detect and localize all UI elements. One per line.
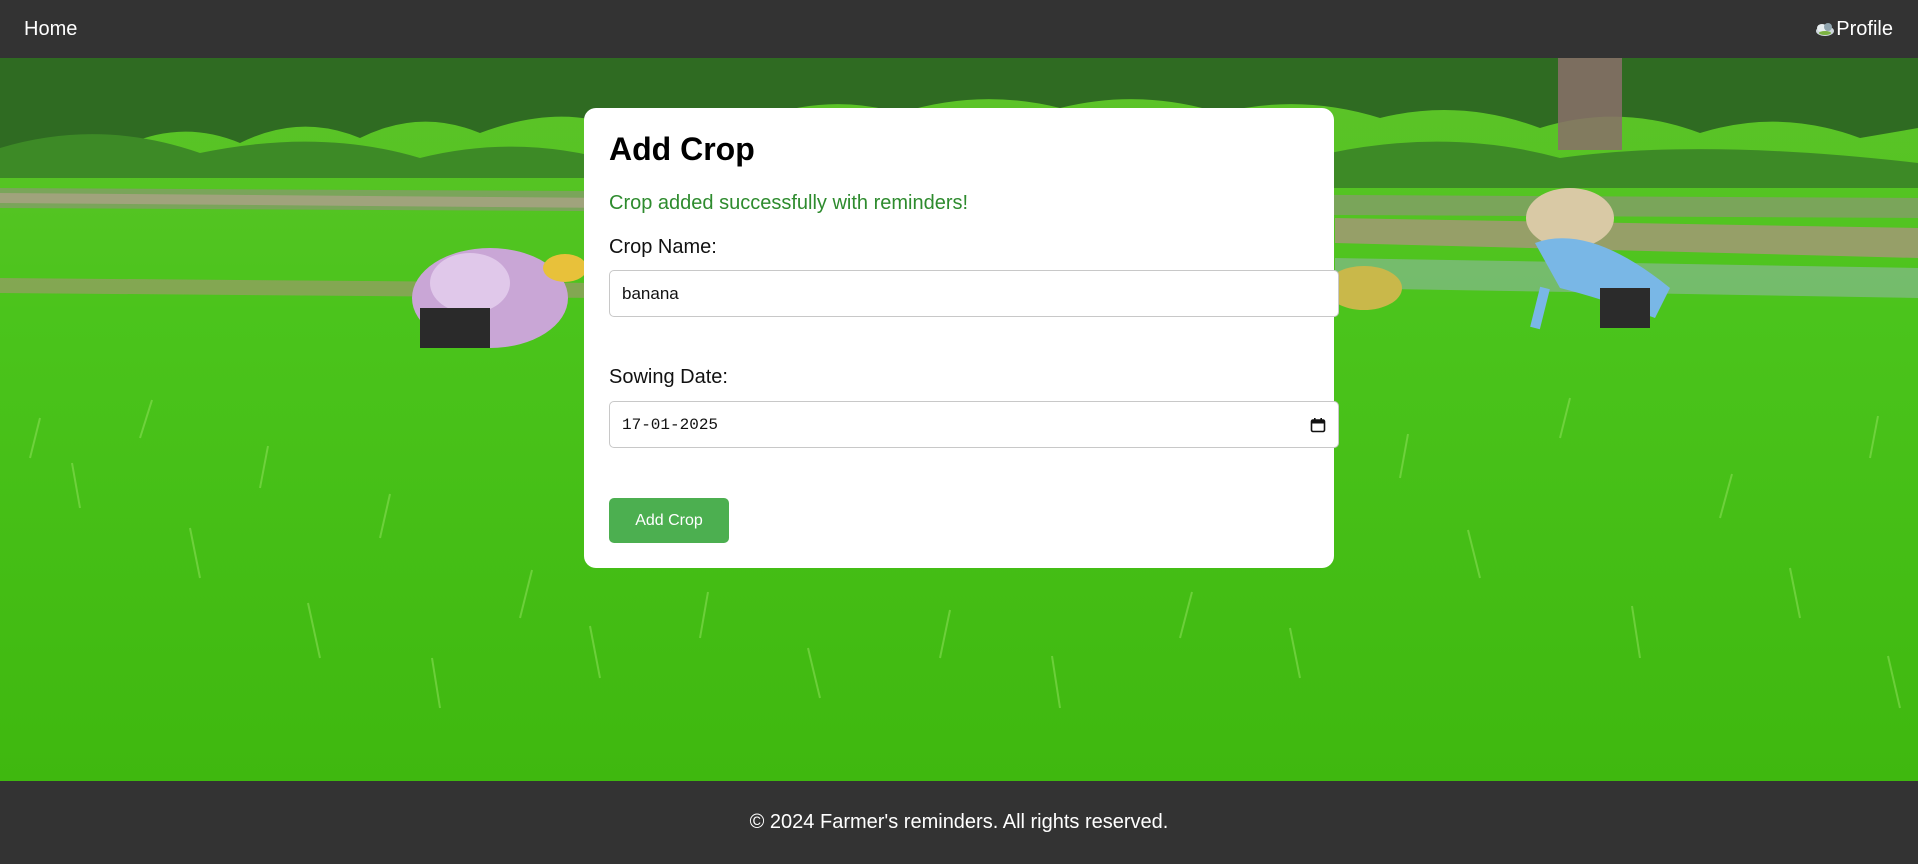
nav-profile-link[interactable]: Profile bbox=[1815, 17, 1893, 41]
crop-name-value: banana bbox=[622, 283, 679, 303]
sowing-date-label: Sowing Date: bbox=[609, 366, 728, 388]
add-crop-card: Add Crop Crop added successfully with re… bbox=[584, 108, 1339, 568]
add-crop-button[interactable]: Add Crop bbox=[609, 498, 729, 543]
top-navbar: Home Profile bbox=[0, 0, 1918, 58]
nav-profile-label: Profile bbox=[1836, 18, 1893, 40]
nav-home-link[interactable]: Home bbox=[24, 17, 77, 41]
calendar-icon[interactable] bbox=[1310, 417, 1326, 433]
page-footer: © 2024 Farmer's reminders. All rights re… bbox=[0, 781, 1918, 864]
crop-name-label: Crop Name: bbox=[609, 236, 717, 258]
page-title: Add Crop bbox=[609, 131, 755, 167]
footer-text: © 2024 Farmer's reminders. All rights re… bbox=[749, 811, 1169, 833]
sowing-date-value: 17-01-2025 bbox=[622, 415, 719, 434]
cloud-avatar-icon bbox=[1815, 20, 1835, 38]
crop-name-input[interactable]: banana bbox=[609, 270, 1339, 317]
success-message: Crop added successfully with reminders! bbox=[609, 192, 969, 214]
sowing-date-input[interactable]: 17-01-2025 bbox=[609, 401, 1339, 448]
